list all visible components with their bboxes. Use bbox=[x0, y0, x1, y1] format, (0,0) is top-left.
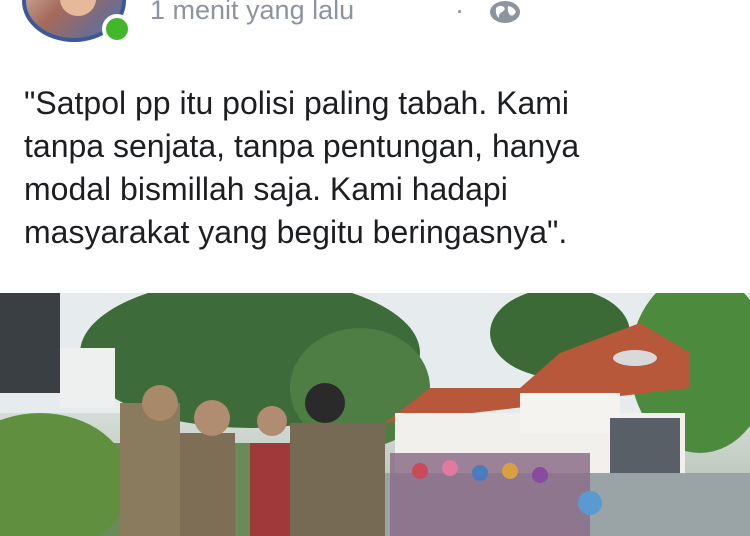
globe-icon[interactable] bbox=[488, 0, 522, 24]
post-timestamp[interactable]: 1 menit yang lalu bbox=[150, 0, 354, 26]
post-header: 1 menit yang lalu · bbox=[0, 0, 750, 60]
post-text-line: tanpa senjata, tanpa pentungan, hanya bbox=[24, 128, 580, 164]
post-text-line: "Satpol pp itu polisi paling tabah. Kami bbox=[24, 85, 570, 121]
meta-separator: · bbox=[455, 0, 464, 25]
online-status-indicator bbox=[102, 14, 132, 44]
post-text: "Satpol pp itu polisi paling tabah. Kami… bbox=[24, 82, 734, 254]
post-photo[interactable] bbox=[0, 293, 750, 536]
post-text-line: modal bismillah saja. Kami hadapi bbox=[24, 171, 508, 207]
avatar-face bbox=[60, 0, 96, 16]
post-text-line: masyarakat yang begitu beringasnya". bbox=[24, 214, 568, 250]
